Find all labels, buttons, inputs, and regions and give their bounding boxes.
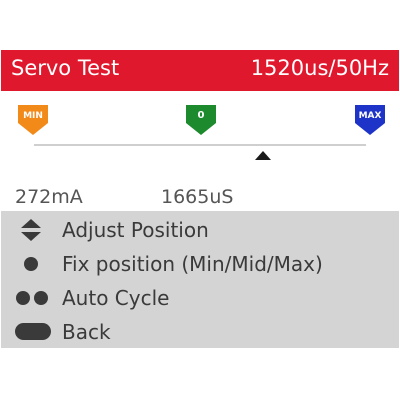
help-item-fix-position: Fix position (Min/Mid/Max): [1, 247, 399, 281]
min-flag-icon: MIN: [18, 105, 48, 135]
zero-flag-icon: 0: [186, 105, 216, 135]
pulse-width-readout: 1665uS: [161, 186, 234, 208]
up-down-arrows-icon: [11, 213, 55, 247]
pulse-frequency-status: 1520us/50Hz: [250, 56, 389, 80]
help-panel: Adjust Position Fix position (Min/Mid/Ma…: [1, 211, 399, 348]
max-flag-icon: MAX: [355, 105, 385, 135]
triangle-pointer-icon: [255, 151, 272, 160]
help-label: Auto Cycle: [62, 286, 170, 310]
min-label: MIN: [23, 111, 43, 121]
max-label: MAX: [359, 111, 382, 121]
mid-label: 0: [198, 110, 205, 121]
help-item-back: Back: [1, 315, 399, 348]
page-title: Servo Test: [11, 56, 120, 80]
current-readout: 272mA: [15, 186, 83, 208]
header-bar: Servo Test 1520us/50Hz: [1, 50, 399, 91]
help-item-auto-cycle: Auto Cycle: [1, 281, 399, 315]
double-dot-icon: [11, 281, 55, 315]
help-item-adjust-position: Adjust Position: [1, 213, 399, 247]
pill-button-icon: [11, 315, 55, 348]
position-track: [34, 144, 366, 146]
help-label: Adjust Position: [62, 218, 209, 242]
single-dot-icon: [11, 247, 55, 281]
servo-test-screen: Servo Test 1520us/50Hz MIN 0 MAX 272mA 1…: [1, 50, 399, 348]
help-label: Fix position (Min/Mid/Max): [62, 252, 323, 276]
help-label: Back: [62, 320, 111, 344]
